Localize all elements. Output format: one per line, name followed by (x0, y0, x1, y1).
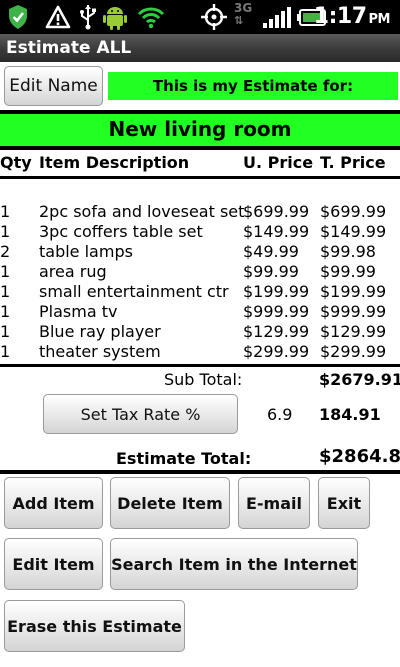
row-qty: 1 (0, 322, 11, 341)
row-unit-price: $299.99 (243, 342, 310, 361)
row-description: table lamps (39, 242, 133, 261)
row-description: Blue ray player (39, 322, 161, 341)
shield-check-icon (9, 5, 27, 29)
app-title: Estimate ALL (0, 34, 400, 62)
subtotal-value: $2679.91 (319, 370, 400, 389)
table-row[interactable]: 1 area rug $99.99 $99.99 (0, 262, 400, 282)
row-unit-price: $99.99 (243, 262, 299, 281)
row-unit-price: $999.99 (243, 302, 310, 321)
row-unit-price: $149.99 (243, 222, 310, 241)
divider (0, 176, 400, 179)
divider (0, 364, 400, 367)
row-qty: 1 (0, 302, 11, 321)
table-row[interactable]: 1 small entertainment ctr $199.99 $199.9… (0, 282, 400, 302)
row-qty: 1 (0, 262, 11, 281)
gps-crosshair-icon (201, 4, 227, 30)
usb-icon (80, 5, 96, 30)
row-total-price: $699.99 (320, 202, 387, 221)
column-header-total-price: T. Price (320, 153, 386, 172)
row-qty: 1 (0, 222, 11, 241)
row-unit-price: $199.99 (243, 282, 310, 301)
estimate-total-value: $2864.82 (319, 446, 400, 467)
edit-item-button[interactable]: Edit Item (4, 538, 103, 590)
row-description: 2pc sofa and loveseat set (39, 202, 245, 221)
add-item-button[interactable]: Add Item (4, 477, 103, 529)
row-description: small entertainment ctr (39, 282, 229, 301)
row-unit-price: $129.99 (243, 322, 310, 341)
signal-bars-icon (263, 7, 291, 28)
status-bar: 3G ⇅ 1:17 PM (0, 0, 400, 34)
divider (0, 146, 400, 150)
row-total-price: $99.99 (320, 262, 376, 281)
android-icon (103, 7, 127, 30)
tax-amount-value: 184.91 (319, 405, 381, 424)
divider (0, 470, 400, 474)
row-description: 3pc coffers table set (39, 222, 203, 241)
clock: 1:17 PM (313, 4, 391, 29)
warning-triangle-icon (45, 5, 71, 29)
column-header-qty: Qty (0, 153, 32, 172)
network-type-label: 3G ⇅ (234, 1, 253, 27)
row-unit-price: $49.99 (243, 242, 299, 261)
edit-name-button[interactable]: Edit Name (4, 66, 103, 106)
table-row[interactable]: 1 3pc coffers table set $149.99 $149.99 (0, 222, 400, 242)
wifi-icon (137, 7, 165, 29)
set-tax-rate-button[interactable]: Set Tax Rate % (43, 394, 238, 434)
row-qty: 1 (0, 282, 11, 301)
row-qty: 2 (0, 242, 11, 261)
row-description: theater system (39, 342, 161, 361)
email-button[interactable]: E-mail (238, 477, 310, 529)
column-header-description: Item Description (39, 153, 190, 172)
row-total-price: $999.99 (320, 302, 387, 321)
table-row[interactable]: 2 table lamps $49.99 $99.98 (0, 242, 400, 262)
estimate-total-label: Estimate Total: (116, 449, 252, 468)
table-row[interactable]: 1 Blue ray player $129.99 $129.99 (0, 322, 400, 342)
estimate-name: New living room (0, 114, 400, 146)
exit-button[interactable]: Exit (318, 477, 370, 529)
row-qty: 1 (0, 202, 11, 221)
search-item-internet-button[interactable]: Search Item in the Internet (110, 538, 358, 590)
row-unit-price: $699.99 (243, 202, 310, 221)
subtotal-label: Sub Total: (164, 370, 243, 389)
table-row[interactable]: 1 Plasma tv $999.99 $999.99 (0, 302, 400, 322)
row-qty: 1 (0, 342, 11, 361)
row-total-price: $199.99 (320, 282, 387, 301)
row-description: area rug (39, 262, 107, 281)
row-total-price: $129.99 (320, 322, 387, 341)
tax-rate-value: 6.9 (267, 405, 293, 424)
row-total-price: $99.98 (320, 242, 376, 261)
column-header-unit-price: U. Price (243, 153, 314, 172)
row-total-price: $149.99 (320, 222, 387, 241)
erase-estimate-button[interactable]: Erase this Estimate (4, 600, 185, 652)
table-row[interactable]: 1 theater system $299.99 $299.99 (0, 342, 400, 362)
row-total-price: $299.99 (320, 342, 387, 361)
delete-item-button[interactable]: Delete Item (110, 477, 230, 529)
table-row[interactable]: 1 2pc sofa and loveseat set $699.99 $699… (0, 202, 400, 222)
row-description: Plasma tv (39, 302, 118, 321)
estimate-for-label: This is my Estimate for: (108, 72, 398, 100)
